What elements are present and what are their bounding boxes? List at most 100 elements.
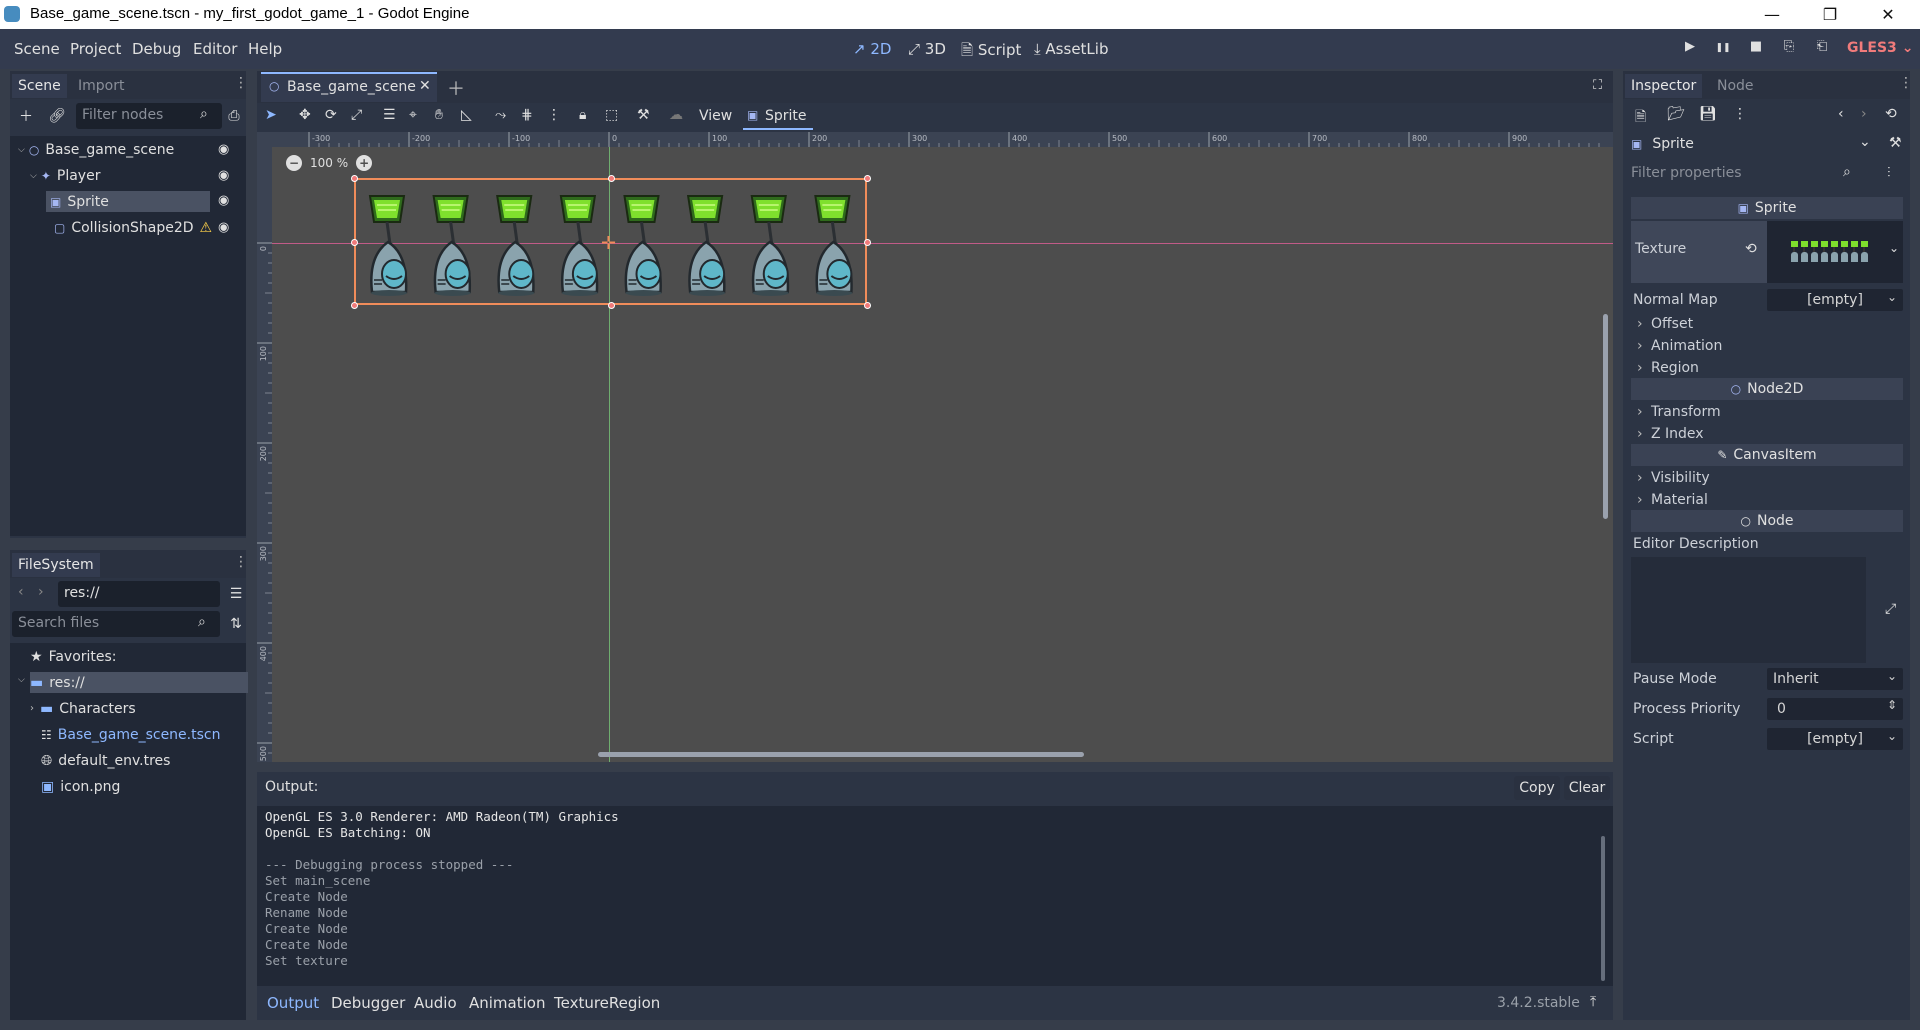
- group-z-index[interactable]: › Z Index: [1631, 423, 1903, 445]
- play-scene-icon[interactable]: ⎘: [1778, 39, 1800, 59]
- forward-icon[interactable]: ›: [38, 584, 44, 600]
- tab-import[interactable]: Import: [72, 74, 130, 98]
- history-back-icon[interactable]: ‹: [1838, 106, 1844, 122]
- tree-row-selected[interactable]: ▣ Sprite: [46, 191, 210, 212]
- save-resource-icon[interactable]: 💾︎: [1699, 106, 1717, 122]
- list-item[interactable]: ★ Favorites:: [10, 646, 246, 667]
- new-resource-icon[interactable]: 🗎︎: [1635, 106, 1646, 130]
- tab-output[interactable]: Output: [267, 994, 319, 1012]
- mode-2d-button[interactable]: ↗ 2D: [853, 40, 891, 58]
- smart-snap-icon[interactable]: ⤳: [495, 107, 506, 123]
- resize-handle[interactable]: [864, 302, 871, 309]
- editor-description-textarea[interactable]: [1631, 557, 1866, 663]
- object-properties-icon[interactable]: ⚒: [1889, 135, 1902, 151]
- tree-row[interactable]: ▢ CollisionShape2D ⚠ ◉: [10, 217, 246, 238]
- stepper-icon[interactable]: ⇕: [1887, 698, 1897, 712]
- zoom-out-icon[interactable]: −: [286, 155, 302, 171]
- tree-row[interactable]: ⌵ ○ Base_game_scene ◉: [10, 139, 246, 160]
- mode-assetlib-button[interactable]: ⤓ AssetLib: [1034, 40, 1108, 58]
- pin-panel-icon[interactable]: ⤒: [1590, 994, 1596, 1010]
- menu-scene[interactable]: Scene: [14, 40, 60, 58]
- scale-tool-icon[interactable]: ⤢: [351, 107, 362, 123]
- visibility-icon[interactable]: ◉: [218, 220, 229, 235]
- script-value[interactable]: [empty] ⌄: [1767, 728, 1903, 750]
- group-transform[interactable]: › Transform: [1631, 401, 1903, 423]
- list-item[interactable]: 🌐︎ default_env.tres: [10, 750, 246, 771]
- pause-mode-select[interactable]: Inherit ⌄: [1767, 668, 1903, 690]
- normal-map-value[interactable]: [empty] ⌄: [1767, 289, 1903, 311]
- minimize-button[interactable]: —: [1743, 0, 1801, 29]
- tab-node[interactable]: Node: [1711, 74, 1760, 98]
- ruler-tool-icon[interactable]: ◺: [461, 107, 472, 123]
- horizontal-scrollbar[interactable]: [598, 752, 1084, 757]
- menu-project[interactable]: Project: [70, 40, 121, 58]
- snap-options-icon[interactable]: ⋮: [547, 107, 561, 123]
- pause-icon[interactable]: ❚❚: [1712, 43, 1734, 63]
- stop-icon[interactable]: ■: [1745, 39, 1767, 59]
- move-tool-icon[interactable]: ✥: [299, 107, 311, 123]
- object-selector[interactable]: ▣ Sprite ⌄: [1631, 132, 1871, 156]
- group-icon[interactable]: ⬚: [605, 107, 618, 123]
- clear-button[interactable]: Clear: [1564, 776, 1610, 800]
- play-custom-scene-icon[interactable]: ⎗: [1811, 39, 1833, 59]
- dock-menu-icon[interactable]: ⋮: [234, 554, 248, 570]
- output-scrollbar[interactable]: [1601, 836, 1605, 981]
- pan-tool-icon[interactable]: ✋︎: [435, 107, 443, 123]
- search-files-input[interactable]: Search files ⌕: [12, 611, 220, 637]
- resize-handle[interactable]: [864, 175, 871, 182]
- load-resource-icon[interactable]: 📂︎: [1667, 106, 1685, 122]
- expand-icon[interactable]: ⤢: [1885, 601, 1896, 617]
- menu-help[interactable]: Help: [248, 40, 282, 58]
- resize-handle[interactable]: [607, 175, 615, 182]
- visibility-icon[interactable]: ◉: [218, 193, 229, 208]
- zoom-in-icon[interactable]: +: [356, 155, 373, 171]
- split-view-icon[interactable]: ☰: [226, 584, 246, 604]
- copy-button[interactable]: Copy: [1514, 776, 1560, 800]
- view-menu[interactable]: View: [699, 108, 732, 124]
- add-node-icon[interactable]: ＋: [16, 106, 36, 126]
- resize-handle[interactable]: [864, 238, 871, 246]
- resize-handle[interactable]: [351, 302, 358, 309]
- list-item[interactable]: › ▬ Characters: [10, 698, 246, 719]
- resize-handle[interactable]: [351, 238, 358, 246]
- warning-icon[interactable]: ⚠: [200, 220, 213, 236]
- menu-debug[interactable]: Debug: [132, 40, 181, 58]
- vertical-scrollbar[interactable]: [1603, 314, 1608, 519]
- maximize-button[interactable]: ❐: [1801, 0, 1859, 29]
- mode-script-button[interactable]: 🗎 Script: [961, 40, 1021, 65]
- mode-3d-button[interactable]: ⤢ 3D: [908, 40, 946, 58]
- pivot-crosshair-icon[interactable]: ✛: [601, 235, 616, 253]
- path-input[interactable]: res://: [58, 581, 220, 607]
- group-material[interactable]: › Material: [1631, 489, 1903, 511]
- filter-nodes-input[interactable]: Filter nodes ⌕: [76, 103, 222, 129]
- tab-scene[interactable]: Scene: [12, 74, 67, 98]
- camera-override-icon[interactable]: ☁: [669, 107, 683, 123]
- close-tab-icon[interactable]: ✕: [419, 78, 431, 94]
- group-offset[interactable]: › Offset: [1631, 313, 1903, 335]
- pivot-tool-icon[interactable]: ⌖: [409, 107, 417, 123]
- close-button[interactable]: ✕: [1859, 0, 1917, 29]
- play-icon[interactable]: ▶: [1679, 39, 1701, 59]
- rotate-tool-icon[interactable]: ⟳: [325, 107, 337, 123]
- group-region[interactable]: › Region: [1631, 357, 1903, 379]
- menu-editor[interactable]: Editor: [193, 40, 237, 58]
- distraction-free-icon[interactable]: ⛶: [1593, 78, 1602, 93]
- back-icon[interactable]: ‹: [18, 584, 24, 600]
- resource-menu-icon[interactable]: ⋮: [1733, 106, 1747, 122]
- dock-menu-icon[interactable]: ⋮: [1899, 75, 1913, 91]
- renderer-select[interactable]: GLES3 ⌄: [1847, 40, 1913, 56]
- group-animation[interactable]: › Animation: [1631, 335, 1903, 357]
- tab-audio[interactable]: Audio: [414, 994, 457, 1012]
- visibility-icon[interactable]: ◉: [218, 168, 229, 183]
- tab-debugger[interactable]: Debugger: [331, 994, 405, 1012]
- resize-handle[interactable]: [607, 302, 615, 309]
- tab-filesystem[interactable]: FileSystem: [12, 553, 100, 577]
- tab-base-game-scene[interactable]: ○ Base_game_scene ✕: [261, 72, 437, 102]
- resize-handle[interactable]: [351, 175, 358, 182]
- list-item-selected[interactable]: ▬ res://: [30, 672, 248, 693]
- sort-icon[interactable]: ⇅: [226, 614, 246, 634]
- select-tool-icon[interactable]: ➤: [265, 107, 277, 123]
- object-history-icon[interactable]: ⟲: [1885, 106, 1897, 122]
- dock-menu-icon[interactable]: ⋮: [234, 75, 248, 91]
- canvas-viewport[interactable]: − 100 % + ✛: [272, 147, 1613, 762]
